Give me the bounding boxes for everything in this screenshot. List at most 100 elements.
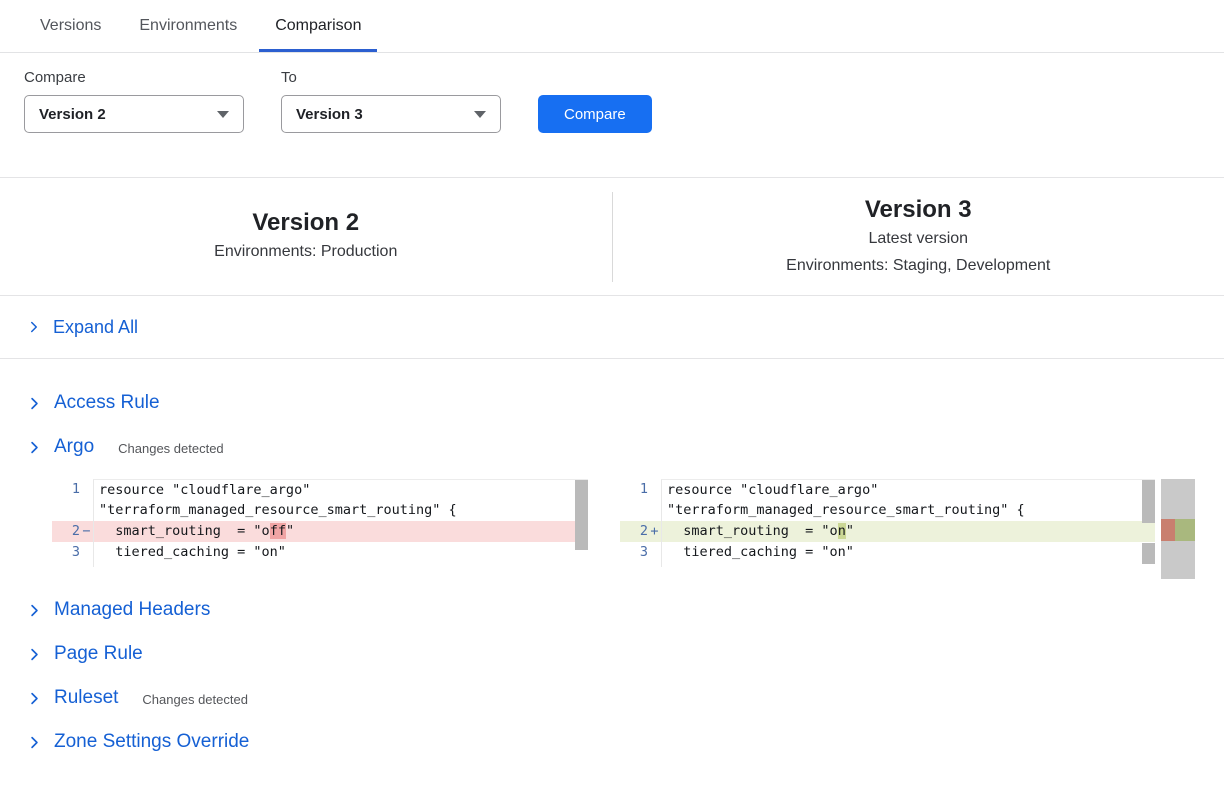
changes-detected-badge: Changes detected bbox=[142, 692, 248, 707]
code-segment: smart_routing = "o bbox=[99, 523, 270, 539]
code-text: resource "cloudflare_argo" bbox=[661, 479, 1155, 500]
version-left-header: Version 2 Environments: Production bbox=[0, 178, 612, 295]
removed-word-highlight: ff bbox=[270, 523, 286, 539]
chevron-right-icon bbox=[28, 692, 41, 705]
version-right-subtitle: Latest version bbox=[868, 225, 968, 252]
expand-all-label: Expand All bbox=[53, 317, 138, 338]
diff-sign bbox=[648, 500, 661, 521]
tab-environments[interactable]: Environments bbox=[123, 17, 253, 52]
diff-sign bbox=[80, 563, 93, 567]
chevron-right-icon bbox=[28, 736, 41, 749]
line-number: 4 bbox=[620, 563, 648, 567]
diff-sign bbox=[80, 479, 93, 500]
line-number: 2 bbox=[620, 521, 648, 542]
version-right-environments: Environments: Staging, Development bbox=[786, 252, 1050, 279]
diff-line: "terraform_managed_resource_smart_routin… bbox=[620, 500, 1155, 521]
line-number bbox=[52, 500, 80, 521]
line-number: 3 bbox=[52, 542, 80, 563]
version-left-environments: Environments: Production bbox=[214, 238, 397, 265]
minimap-added-marker bbox=[1175, 519, 1195, 541]
code-text: tiered_caching = "on" bbox=[661, 542, 1155, 563]
version-left-title: Version 2 bbox=[252, 208, 359, 238]
code-text: smart_routing = "off" bbox=[93, 521, 588, 542]
tab-comparison[interactable]: Comparison bbox=[259, 17, 377, 52]
argo-diff: 1 resource "cloudflare_argo" "terraform_m… bbox=[52, 479, 1196, 579]
scrollbar-thumb[interactable] bbox=[1142, 543, 1155, 564]
diff-panel-right[interactable]: 1 resource "cloudflare_argo" "terraform_m… bbox=[620, 479, 1155, 567]
chevron-right-icon bbox=[28, 441, 41, 454]
chevron-down-icon bbox=[474, 111, 486, 118]
compare-to-value: Version 3 bbox=[296, 106, 363, 123]
diff-minimap[interactable] bbox=[1161, 479, 1195, 579]
tabs-bar: Versions Environments Comparison bbox=[0, 0, 1224, 53]
section-label: Argo bbox=[54, 436, 94, 458]
scrollbar-vertical[interactable] bbox=[1142, 479, 1155, 567]
compare-button[interactable]: Compare bbox=[538, 95, 652, 133]
section-label: Page Rule bbox=[54, 643, 143, 665]
section-managed-headers[interactable]: Managed Headers bbox=[0, 599, 1224, 621]
section-access-rule[interactable]: Access Rule bbox=[0, 392, 1224, 414]
diff-line: 1 resource "cloudflare_argo" bbox=[52, 479, 588, 500]
to-label: To bbox=[281, 69, 501, 86]
diff-sign bbox=[648, 563, 661, 567]
version-right-header: Version 3 Latest version Environments: S… bbox=[613, 178, 1224, 295]
line-number bbox=[620, 500, 648, 521]
line-number: 4 bbox=[52, 563, 80, 567]
diff-right-group: 1 resource "cloudflare_argo" "terraform_m… bbox=[620, 479, 1195, 579]
diff-line-added: 2+ smart_routing = "on" bbox=[620, 521, 1155, 542]
section-zone-settings-override[interactable]: Zone Settings Override bbox=[0, 731, 1224, 753]
changes-detected-badge: Changes detected bbox=[118, 441, 224, 456]
line-number: 3 bbox=[620, 542, 648, 563]
chevron-right-icon bbox=[28, 321, 40, 333]
diff-line: 1 resource "cloudflare_argo" bbox=[620, 479, 1155, 500]
scrollbar-vertical[interactable] bbox=[575, 479, 588, 567]
diff-sign: − bbox=[80, 521, 93, 542]
scrollbar-thumb[interactable] bbox=[575, 480, 588, 550]
code-text: } bbox=[93, 563, 588, 567]
chevron-right-icon bbox=[28, 648, 41, 661]
section-ruleset[interactable]: Ruleset Changes detected bbox=[0, 687, 1224, 709]
diff-line: "terraform_managed_resource_smart_routin… bbox=[52, 500, 588, 521]
code-text: resource "cloudflare_argo" bbox=[93, 479, 588, 500]
code-segment: smart_routing = "o bbox=[667, 523, 838, 539]
chevron-right-icon bbox=[28, 604, 41, 617]
diff-line: 4} bbox=[52, 563, 588, 567]
section-label: Access Rule bbox=[54, 392, 160, 414]
diff-line: 4} bbox=[620, 563, 1155, 567]
diff-line: 3 tiered_caching = "on" bbox=[52, 542, 588, 563]
line-number: 1 bbox=[620, 479, 648, 500]
section-page-rule[interactable]: Page Rule bbox=[0, 643, 1224, 665]
compare-to-select[interactable]: Version 3 bbox=[281, 95, 501, 133]
version-right-title: Version 3 bbox=[865, 195, 972, 225]
diff-sign bbox=[648, 479, 661, 500]
added-word-highlight: n bbox=[838, 523, 846, 539]
chevron-down-icon bbox=[217, 111, 229, 118]
compare-from-value: Version 2 bbox=[39, 106, 106, 123]
compare-form: Compare Version 2 To Version 3 Compare bbox=[24, 69, 1200, 133]
line-number: 1 bbox=[52, 479, 80, 500]
compare-from-select[interactable]: Version 2 bbox=[24, 95, 244, 133]
diff-sign: + bbox=[648, 521, 661, 542]
compare-label: Compare bbox=[24, 69, 244, 86]
diff-panel-left[interactable]: 1 resource "cloudflare_argo" "terraform_m… bbox=[52, 479, 588, 567]
scrollbar-thumb[interactable] bbox=[1142, 480, 1155, 523]
version-headers: Version 2 Environments: Production Versi… bbox=[0, 178, 1224, 296]
code-text: "terraform_managed_resource_smart_routin… bbox=[661, 500, 1155, 521]
tab-versions[interactable]: Versions bbox=[24, 17, 117, 52]
diff-line: 3 tiered_caching = "on" bbox=[620, 542, 1155, 563]
section-argo[interactable]: Argo Changes detected bbox=[0, 436, 1224, 458]
diff-sign bbox=[80, 542, 93, 563]
minimap-removed-marker bbox=[1161, 519, 1175, 541]
code-text: } bbox=[661, 563, 1155, 567]
diff-sign bbox=[648, 542, 661, 563]
code-segment: " bbox=[846, 523, 854, 539]
chevron-right-icon bbox=[28, 397, 41, 410]
diff-sign bbox=[80, 500, 93, 521]
code-text: smart_routing = "on" bbox=[661, 521, 1155, 542]
code-text: "terraform_managed_resource_smart_routin… bbox=[93, 500, 588, 521]
section-label: Zone Settings Override bbox=[54, 731, 249, 753]
section-label: Ruleset bbox=[54, 687, 118, 709]
diff-line-removed: 2− smart_routing = "off" bbox=[52, 521, 588, 542]
expand-all-button[interactable]: Expand All bbox=[0, 296, 1224, 359]
line-number: 2 bbox=[52, 521, 80, 542]
